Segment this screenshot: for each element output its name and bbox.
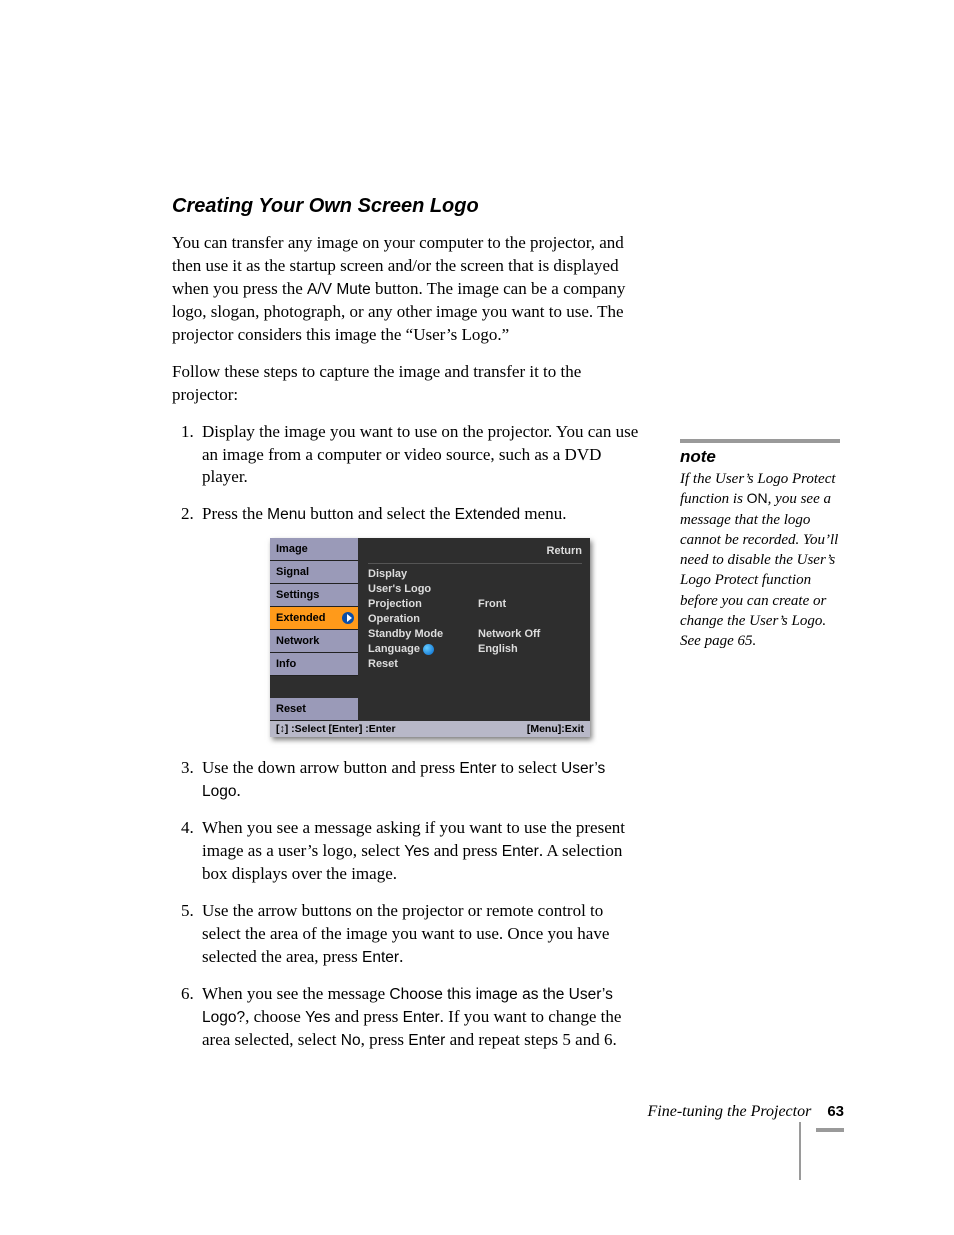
row-value [478, 582, 582, 597]
step-6-text-i: , press [361, 1030, 409, 1049]
step-2: Press the Menu button and select the Ext… [198, 503, 642, 737]
page: Creating Your Own Screen Logo You can tr… [0, 0, 954, 1235]
no-label: No [341, 1032, 361, 1049]
intro-paragraph: You can transfer any image on your compu… [172, 232, 642, 347]
menu-left-panel: Image Signal Settings Extended Network I… [270, 538, 358, 721]
menu-right-panel: Return Display User's Logo ProjectionFro… [358, 538, 590, 721]
step-6-text-e: and press [330, 1007, 402, 1026]
menu-row-language: Language English [368, 642, 582, 657]
row-value: English [478, 642, 582, 657]
yes-label: Yes [305, 1009, 330, 1026]
row-label: User's Logo [368, 582, 478, 597]
menu-row-reset: Reset [368, 657, 582, 672]
row-value [478, 657, 582, 672]
row-label: Projection [368, 597, 478, 612]
menu-row-operation: Operation [368, 612, 582, 627]
enter-label: Enter [459, 760, 496, 777]
step-2-text-a: Press the [202, 504, 267, 523]
row-label: Language [368, 642, 478, 657]
menu-item-settings: Settings [270, 584, 358, 607]
menu-body: Image Signal Settings Extended Network I… [270, 538, 590, 721]
menu-gap [270, 676, 358, 698]
step-3-text-a: Use the down arrow button and press [202, 758, 459, 777]
step-1-text: Display the image you want to use on the… [202, 422, 638, 487]
step-4-text-c: and press [430, 841, 502, 860]
step-6: When you see the message Choose this ima… [198, 983, 642, 1052]
footer-vertical-rule [799, 1122, 801, 1180]
menu-return: Return [368, 542, 582, 564]
menu-item-network: Network [270, 630, 358, 653]
note-rule [680, 439, 840, 443]
note-body: If the User’s Logo Protect function is O… [680, 469, 840, 651]
menu-item-extended: Extended [270, 607, 358, 630]
menu-label: Menu [267, 506, 306, 523]
sidebar-note: note If the User’s Logo Protect function… [680, 439, 840, 651]
main-column: Creating Your Own Screen Logo You can tr… [172, 195, 642, 1066]
menu-row-users-logo: User's Logo [368, 582, 582, 597]
note-text-c: , you see a message that the logo cannot… [680, 491, 838, 649]
menu-row-standby: Standby ModeNetwork Off [368, 627, 582, 642]
projector-menu: Image Signal Settings Extended Network I… [270, 538, 590, 737]
yes-label: Yes [404, 843, 429, 860]
menu-item-info: Info [270, 653, 358, 676]
projector-menu-figure: Image Signal Settings Extended Network I… [270, 538, 590, 737]
note-heading: note [680, 447, 840, 467]
globe-icon [423, 644, 434, 655]
enter-label: Enter [403, 1009, 440, 1026]
step-3: Use the down arrow button and press Ente… [198, 757, 642, 803]
enter-label: Enter [408, 1032, 445, 1049]
enter-label: Enter [362, 949, 399, 966]
step-3-text-e: . [236, 781, 240, 800]
menu-item-signal: Signal [270, 561, 358, 584]
menu-item-extended-label: Extended [276, 612, 326, 624]
help-right: [Menu]:Exit [527, 721, 584, 737]
footer-rule [816, 1128, 844, 1132]
section-heading: Creating Your Own Screen Logo [172, 195, 642, 218]
footer-section: Fine-tuning the Projector [648, 1103, 812, 1120]
enter-label: Enter [502, 843, 539, 860]
step-5: Use the arrow buttons on the projector o… [198, 900, 642, 969]
footer-page-number: 63 [827, 1103, 844, 1120]
menu-row-display: Display [368, 567, 582, 582]
chevron-right-icon [347, 614, 352, 622]
extended-label: Extended [455, 506, 521, 523]
row-label: Reset [368, 657, 478, 672]
row-label: Operation [368, 612, 478, 627]
step-2-text-e: menu. [520, 504, 566, 523]
on-label: ON [747, 490, 768, 506]
menu-item-image: Image [270, 538, 358, 561]
row-value: Network Off [478, 627, 582, 642]
menu-item-reset: Reset [270, 698, 358, 721]
row-label: Display [368, 567, 478, 582]
step-1: Display the image you want to use on the… [198, 421, 642, 490]
menu-help-bar: [↕] :Select [Enter] :Enter [Menu]:Exit [270, 721, 590, 737]
row-label: Standby Mode [368, 627, 478, 642]
step-6-text-a: When you see the message [202, 984, 389, 1003]
row-value [478, 567, 582, 582]
page-footer: Fine-tuning the Projector 63 [614, 1103, 844, 1139]
step-4: When you see a message asking if you wan… [198, 817, 642, 886]
step-5-text-a: Use the arrow buttons on the projector o… [202, 901, 609, 966]
row-value: Front [478, 597, 582, 612]
row-label-text: Language [368, 643, 420, 655]
help-left: [↕] :Select [Enter] :Enter [276, 721, 527, 737]
step-6-text-k: and repeat steps 5 and 6. [445, 1030, 616, 1049]
step-3-text-c: to select [496, 758, 561, 777]
lead-paragraph: Follow these steps to capture the image … [172, 361, 642, 407]
menu-row-projection: ProjectionFront [368, 597, 582, 612]
step-5-text-c: . [399, 947, 403, 966]
row-value [478, 612, 582, 627]
av-mute-label: A/V Mute [307, 281, 371, 298]
steps-list: Display the image you want to use on the… [172, 421, 642, 1052]
step-2-text-c: button and select the [306, 504, 455, 523]
step-6-text-c: , choose [245, 1007, 305, 1026]
